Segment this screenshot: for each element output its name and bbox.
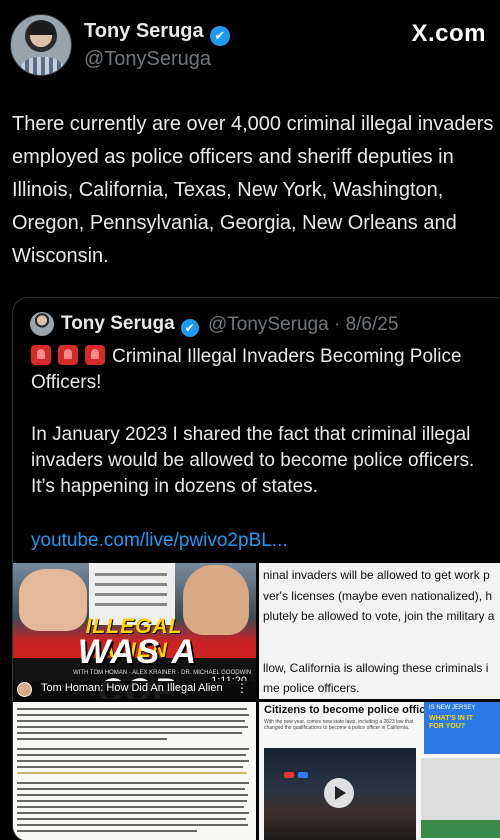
doc-text-line — [17, 754, 246, 756]
quoted-author-name[interactable]: Tony Seruga ✔ — [61, 313, 199, 337]
avatar-shirt — [17, 57, 67, 75]
quoted-link[interactable]: youtube.com/live/pwivo2pBL... — [31, 530, 288, 552]
snippet-line: llow, California is allowing these crimi… — [263, 661, 489, 675]
news-side-bar — [421, 820, 500, 838]
media-grid: ILLEGAL ALIEN WAS A COP WITH TOM HOMAN ·… — [13, 563, 500, 840]
quoted-text: Criminal Illegal Invaders Becoming Polic… — [31, 344, 500, 500]
doc-text-line — [17, 714, 249, 716]
author-name-text[interactable]: Tony Seruga — [84, 20, 204, 42]
author-name[interactable]: Tony Seruga ✔ — [84, 20, 230, 46]
news-ad-text: IS NEW JERSEY — [429, 705, 476, 711]
x-logo: X.com — [411, 20, 486, 47]
news-ad-text: WHAT'S IN IT FOR YOU? — [429, 715, 473, 730]
doc-text-line — [17, 824, 248, 826]
doc-text-line — [17, 766, 243, 768]
more-options-icon[interactable]: ⋮ — [236, 681, 248, 695]
author-handle[interactable]: @TonySeruga — [84, 48, 211, 71]
avatar-cap — [28, 21, 56, 35]
play-icon[interactable] — [324, 778, 354, 808]
doc-text-line — [17, 738, 167, 740]
tweet-text: There currently are over 4,000 criminal … — [12, 113, 499, 267]
doc-text-line — [17, 708, 247, 710]
snippet-line: ver's licenses (maybe even nationalized)… — [263, 589, 493, 603]
video-caption: Tom Homan: How Did An Illegal Alien — [41, 682, 223, 694]
text-snippet-image[interactable]: ninal invaders will be allowed to get wo… — [259, 563, 500, 699]
doc-text-line — [17, 812, 249, 814]
police-light-blue — [298, 772, 308, 778]
doc-text-line — [17, 830, 197, 832]
news-title: Citizens to become police officers — [264, 704, 442, 716]
doc-text-line — [17, 748, 249, 750]
tweet-header: Tony Seruga ✔ @TonySeruga X.com — [0, 0, 500, 90]
doc-text-line — [17, 818, 246, 820]
doc-text-line — [17, 806, 244, 808]
snippet-line: me police officers. — [263, 681, 360, 695]
news-body: changed the qualifications to become a p… — [264, 725, 410, 731]
doc-text-line — [17, 794, 248, 796]
quoted-author-name-text[interactable]: Tony Seruga — [61, 313, 175, 334]
quoted-body: In January 2023 I shared the fact that c… — [31, 424, 480, 497]
doc-text-line — [17, 800, 247, 802]
video-doc-line — [95, 603, 167, 606]
verified-badge-icon: ✔ — [180, 319, 199, 337]
author-avatar[interactable] — [10, 14, 72, 76]
news-article-image[interactable]: Citizens to become police officers With … — [259, 702, 500, 840]
video-doc-line — [95, 583, 167, 586]
siren-icon — [31, 345, 51, 365]
doc-highlight-line — [17, 772, 247, 774]
siren-icon — [85, 345, 105, 365]
siren-icon — [58, 345, 78, 365]
doc-text-line — [17, 782, 249, 784]
news-photo — [264, 748, 416, 840]
video-caption-bar[interactable]: Tom Homan: How Did An Illegal Alien ⋮ — [13, 681, 256, 699]
video-thumbnail[interactable]: ILLEGAL ALIEN WAS A COP WITH TOM HOMAN ·… — [13, 563, 256, 699]
doc-text-line — [17, 760, 249, 762]
doc-text-line — [17, 788, 245, 790]
doc-text-line — [17, 732, 242, 734]
channel-avatar — [17, 682, 32, 697]
video-doc-line — [95, 593, 167, 596]
verified-badge-icon: ✔ — [209, 26, 230, 46]
snippet-line: plutely be allowed to vote, join the mil… — [263, 609, 495, 623]
snippet-line: ninal invaders will be allowed to get wo… — [263, 568, 490, 582]
quoted-handle-date[interactable]: @TonySeruga · 8/6/25 — [208, 314, 398, 336]
doc-text-line — [17, 726, 248, 728]
legislation-document-image[interactable] — [13, 702, 256, 840]
video-doc-line — [95, 573, 167, 576]
quoted-author-avatar[interactable] — [30, 312, 54, 336]
police-light-red — [284, 772, 294, 778]
doc-text-line — [17, 720, 245, 722]
quoted-tweet-card[interactable]: Tony Seruga ✔ @TonySeruga · 8/6/25 Crimin… — [12, 297, 500, 840]
